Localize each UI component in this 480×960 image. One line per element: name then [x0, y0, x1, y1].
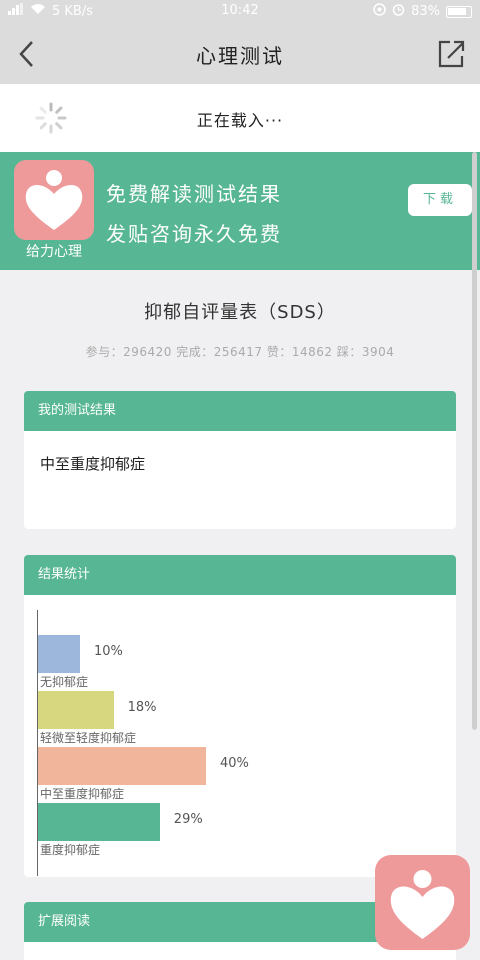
result-value: 中至重度抑郁症	[40, 455, 146, 473]
stats-card-header: 结果统计	[24, 555, 456, 595]
battery-icon	[446, 5, 472, 18]
status-bar: 5 KB/s 10:42 83%	[0, 0, 480, 24]
loading-bar: 正在载入···	[0, 84, 480, 152]
app-logo[interactable]	[14, 160, 94, 240]
loading-text: 正在载入···	[196, 111, 284, 130]
chart-bar	[38, 747, 206, 785]
test-title: 抑郁自评量表（SDS）	[144, 302, 336, 323]
chart-bar-label: 轻微至轻度抑郁症	[40, 731, 137, 745]
share-button[interactable]	[434, 36, 468, 72]
app-logo-name: 给力心理	[26, 244, 82, 260]
banner-headline: 免费解读测试结果	[106, 182, 282, 206]
result-card-header: 我的测试结果	[24, 391, 456, 431]
heart-icon	[25, 170, 83, 230]
chart-bar-value: 40%	[220, 756, 249, 771]
nav-bar: 心理测试	[0, 24, 480, 84]
share-icon	[438, 40, 465, 68]
battery-percent: 83%	[411, 4, 440, 19]
chart-bar-label: 重度抑郁症	[40, 843, 101, 857]
heart-icon	[390, 870, 455, 939]
app-banner[interactable]: 给力心理 免费解读测试结果 发贴咨询永久免费 下载	[0, 152, 480, 270]
chart-bar-value: 18%	[127, 700, 157, 715]
result-card: 我的测试结果 中至重度抑郁症	[24, 391, 456, 529]
chart-bar-value: 29%	[173, 812, 203, 827]
chart-bar-label: 中至重度抑郁症	[40, 787, 125, 801]
chart-bar	[38, 691, 114, 729]
chart-bar	[38, 803, 160, 841]
chart-bar	[38, 635, 80, 673]
location-icon	[373, 3, 386, 20]
chart-bar-label: 无抑郁症	[40, 675, 89, 689]
test-stats: 参与：296420 完成：256417 赞：14862 踩：3904	[85, 345, 395, 359]
alarm-icon	[392, 3, 405, 20]
chart-bar-value: 10%	[94, 644, 123, 659]
banner-subline: 发贴咨询永久免费	[106, 222, 282, 246]
scrollbar[interactable]	[472, 152, 477, 730]
floating-app-button[interactable]	[375, 855, 470, 950]
page-title: 心理测试	[196, 44, 284, 68]
download-button[interactable]: 下载	[408, 184, 472, 216]
status-right: 83%	[373, 3, 472, 20]
